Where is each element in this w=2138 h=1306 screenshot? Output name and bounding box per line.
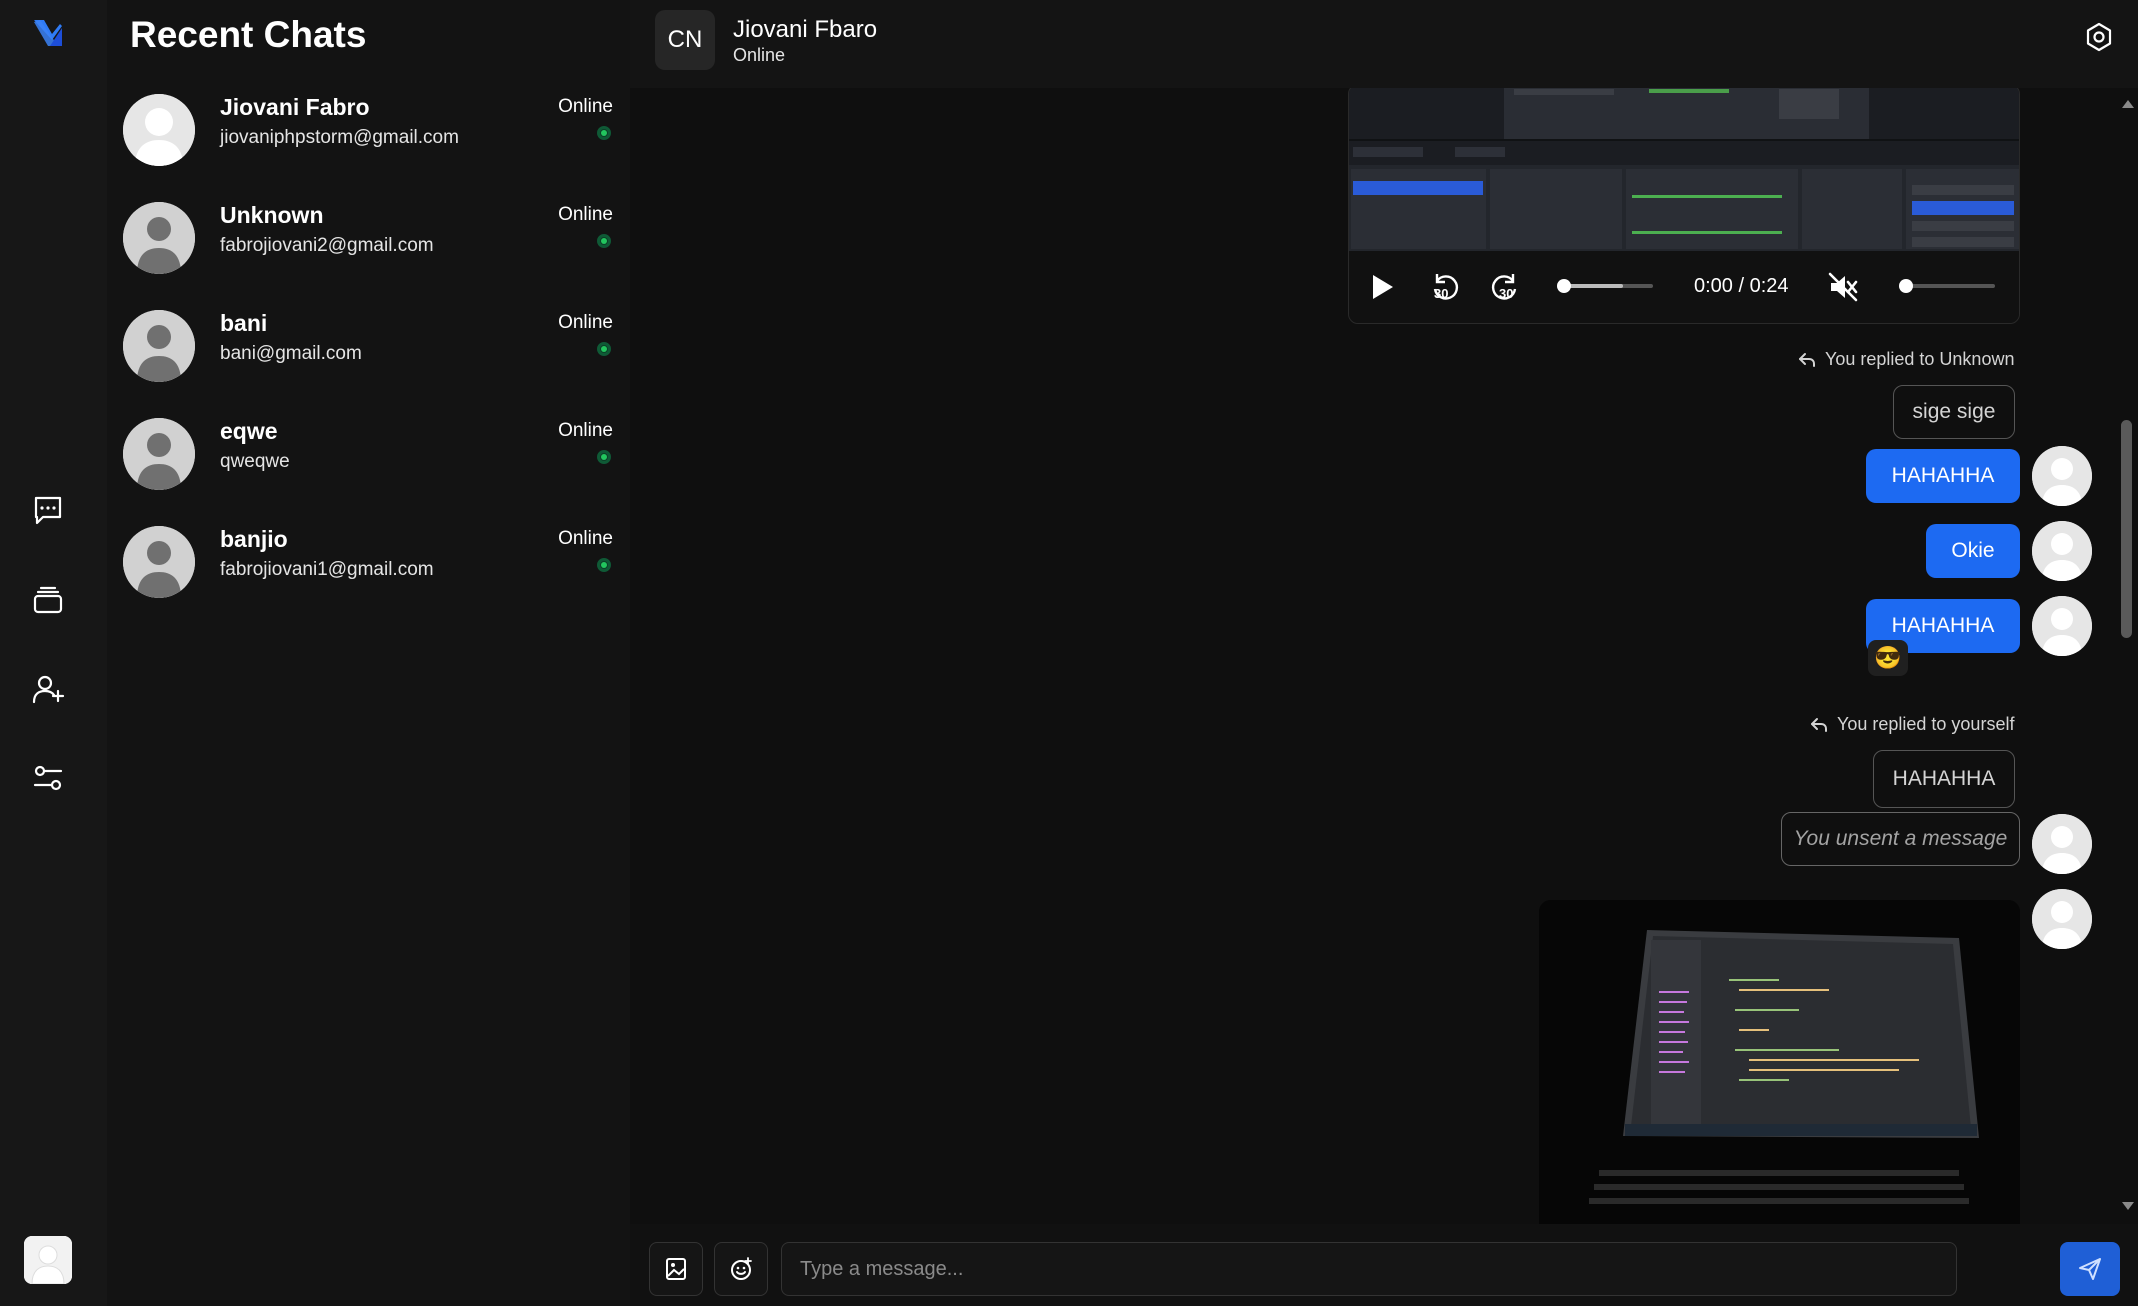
attach-image-button[interactable] bbox=[649, 1242, 703, 1296]
recent-chats-panel: Recent Chats Jiovani Fabro jiovaniphpsto… bbox=[107, 0, 630, 1306]
app-logo-icon[interactable] bbox=[30, 16, 66, 52]
reply-note-text: You replied to yourself bbox=[1837, 714, 2015, 734]
avatar bbox=[123, 310, 195, 382]
quoted-message[interactable]: sige sige bbox=[1893, 385, 2015, 439]
sent-message[interactable]: HAHAHHA bbox=[1866, 449, 2020, 503]
buffered-bar bbox=[1563, 284, 1623, 288]
groups-nav-button[interactable] bbox=[26, 578, 70, 622]
online-indicator bbox=[597, 342, 611, 356]
muted-speaker-icon[interactable] bbox=[1827, 271, 1859, 303]
message-list[interactable]: 30 30 0:00 / 0:24 You replied to Unknown… bbox=[630, 88, 2138, 1224]
avatar bbox=[2032, 814, 2092, 874]
contact-status: Online bbox=[558, 312, 613, 333]
peer-name: Jiovani Fbaro bbox=[733, 16, 878, 43]
scroll-down-icon[interactable] bbox=[2122, 1202, 2134, 1210]
contact-name: bani bbox=[220, 310, 268, 336]
online-indicator bbox=[597, 126, 611, 140]
current-user-avatar[interactable] bbox=[24, 1236, 72, 1284]
avatar bbox=[123, 418, 195, 490]
emoji-button[interactable] bbox=[714, 1242, 768, 1296]
add-contact-nav-button[interactable] bbox=[26, 667, 70, 711]
send-icon bbox=[2079, 1258, 2101, 1280]
contact-email: qweqwe bbox=[220, 451, 290, 472]
conversation-header: CN Jiovani Fbaro Online bbox=[630, 0, 2138, 88]
conversation-panel: CN Jiovani Fbaro Online 30 30 0:00 / 0:2… bbox=[630, 0, 2138, 1306]
nav-rail bbox=[0, 0, 107, 1306]
contact-name: Unknown bbox=[220, 202, 324, 228]
scroll-thumb[interactable] bbox=[2121, 420, 2132, 638]
avatar bbox=[2032, 521, 2092, 581]
contact-email: fabrojiovani1@gmail.com bbox=[220, 559, 434, 580]
chat-bubble-icon bbox=[34, 496, 62, 525]
settings-nav-button[interactable] bbox=[26, 756, 70, 800]
contact-name: banjio bbox=[220, 526, 288, 552]
rewind-icon[interactable]: 30 bbox=[1427, 269, 1463, 305]
contact-email: bani@gmail.com bbox=[220, 343, 362, 364]
chat-list-item[interactable]: Jiovani Fabro jiovaniphpstorm@gmail.com … bbox=[107, 94, 630, 202]
avatar bbox=[123, 202, 195, 274]
stack-icon bbox=[33, 586, 63, 614]
avatar bbox=[123, 94, 195, 166]
chat-list-item[interactable]: Unknown fabrojiovani2@gmail.com Online bbox=[107, 202, 630, 310]
scroll-up-icon[interactable] bbox=[2122, 100, 2134, 108]
forward-seconds-label: 30 bbox=[1499, 286, 1514, 301]
sent-message[interactable]: Okie bbox=[1926, 524, 2020, 578]
contact-status: Online bbox=[558, 528, 613, 549]
avatar bbox=[123, 526, 195, 598]
sliders-icon bbox=[33, 765, 63, 791]
chat-list-item[interactable]: eqwe qweqwe Online bbox=[107, 418, 630, 526]
seek-slider[interactable] bbox=[1557, 279, 1653, 293]
add-user-icon bbox=[32, 675, 65, 704]
seek-thumb[interactable] bbox=[1557, 279, 1571, 293]
recent-chats-title: Recent Chats bbox=[130, 14, 367, 55]
chat-app: Recent Chats Jiovani Fabro jiovaniphpsto… bbox=[0, 0, 2138, 1306]
contact-name: Jiovani Fabro bbox=[220, 94, 370, 120]
chat-list-item[interactable]: bani bani@gmail.com Online bbox=[107, 310, 630, 418]
peer-status: Online bbox=[733, 45, 786, 65]
avatar bbox=[2032, 446, 2092, 506]
play-icon[interactable] bbox=[1367, 271, 1397, 303]
contact-email: jiovaniphpstorm@gmail.com bbox=[220, 127, 459, 148]
volume-slider[interactable] bbox=[1899, 279, 1995, 293]
settings-icon[interactable] bbox=[2084, 22, 2114, 52]
volume-thumb[interactable] bbox=[1899, 279, 1913, 293]
video-controls: 30 30 0:00 / 0:24 bbox=[1349, 251, 2019, 323]
contact-name: eqwe bbox=[220, 418, 278, 444]
chat-list-item[interactable]: banjio fabrojiovani1@gmail.com Online bbox=[107, 526, 630, 634]
online-indicator bbox=[597, 234, 611, 248]
reply-note: You replied to yourself bbox=[1809, 714, 2014, 735]
quoted-message[interactable]: HAHAHHA bbox=[1873, 750, 2015, 808]
reply-arrow-icon bbox=[1811, 717, 1827, 732]
emoji-icon bbox=[731, 1257, 752, 1280]
online-indicator bbox=[597, 450, 611, 464]
message-reaction[interactable]: 😎 bbox=[1868, 640, 1908, 676]
message-composer bbox=[630, 1224, 2138, 1306]
rewind-seconds-label: 30 bbox=[1434, 286, 1449, 301]
send-button[interactable] bbox=[2060, 1242, 2120, 1296]
video-time: 0:00 / 0:24 bbox=[1694, 275, 1789, 297]
message-scrollbar[interactable] bbox=[2116, 88, 2138, 1224]
video-frame bbox=[1349, 88, 2019, 251]
message-input[interactable] bbox=[781, 1242, 1957, 1296]
avatar bbox=[2032, 596, 2092, 656]
video-message[interactable]: 30 30 0:00 / 0:24 bbox=[1348, 88, 2020, 324]
forward-icon[interactable]: 30 bbox=[1487, 269, 1523, 305]
avatar bbox=[2032, 889, 2092, 949]
reply-arrow-icon bbox=[1799, 352, 1815, 367]
online-indicator bbox=[597, 558, 611, 572]
contact-status: Online bbox=[558, 204, 613, 225]
image-icon bbox=[666, 1258, 686, 1280]
peer-avatar[interactable]: CN bbox=[655, 10, 715, 70]
contact-status: Online bbox=[558, 96, 613, 117]
image-message[interactable] bbox=[1539, 900, 2020, 1224]
reply-note-text: You replied to Unknown bbox=[1825, 349, 2015, 369]
contact-status: Online bbox=[558, 420, 613, 441]
chats-nav-button[interactable] bbox=[26, 488, 70, 532]
contact-email: fabrojiovani2@gmail.com bbox=[220, 235, 434, 256]
reply-note: You replied to Unknown bbox=[1797, 349, 2014, 370]
unsent-message[interactable]: You unsent a message bbox=[1781, 812, 2020, 866]
